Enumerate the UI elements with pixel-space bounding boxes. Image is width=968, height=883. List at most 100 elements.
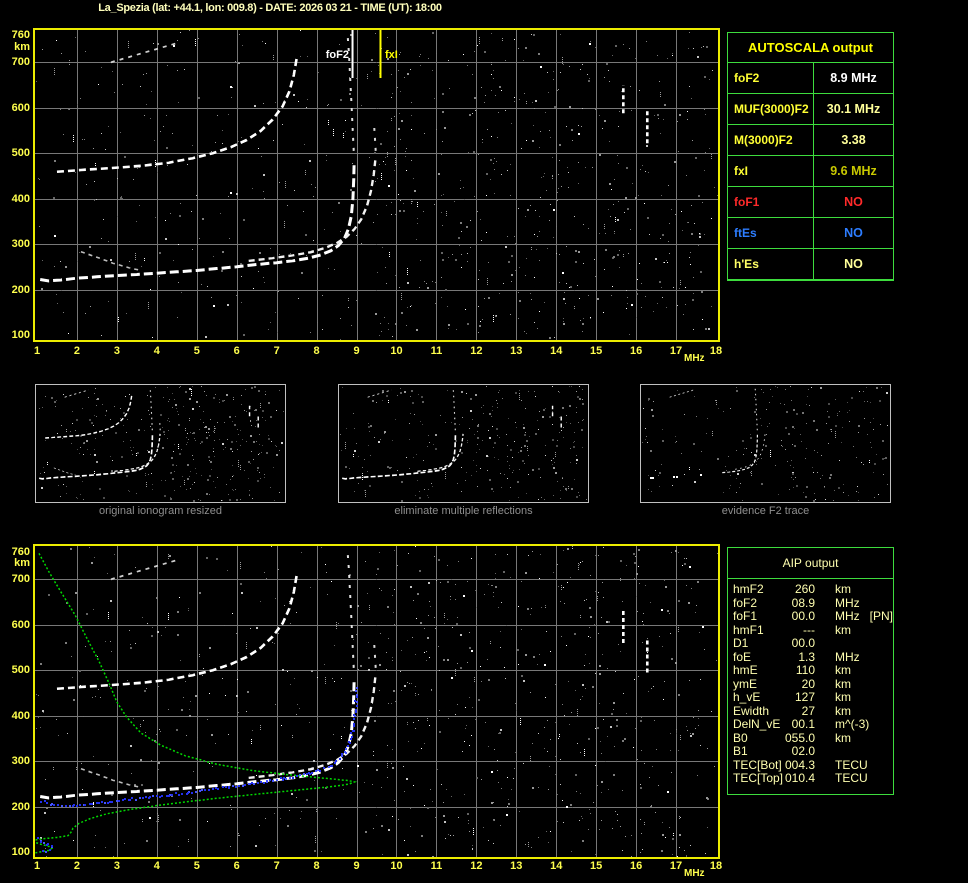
aip-row-value: 00.0 [791, 636, 815, 650]
aip-row: hmF1 --- km [733, 622, 893, 638]
x-axis-tick: 12 [470, 345, 483, 357]
aip-row-value: 010.4 [785, 771, 816, 785]
x-axis-tick: 10 [390, 345, 403, 357]
x-axis-tick: 8 [313, 345, 320, 357]
aip-row-label: TEC[Bot] [733, 757, 782, 772]
autoscala-row-value: 8.9 MHz [814, 63, 893, 94]
x-axis-tick: 16 [629, 860, 643, 872]
x-axis-tick: 7 [273, 345, 280, 357]
y-axis-tick: 500 [11, 664, 30, 677]
aip-row-value: --- [803, 622, 815, 637]
fof2-marker-label: foF2 [325, 49, 349, 61]
aip-row-value: 00.0 [791, 609, 815, 623]
fxi-marker-label: fxI [385, 49, 398, 61]
aip-row-label: hmF1 [733, 622, 764, 637]
aip-row: foE 1.3 MHz [733, 649, 893, 665]
aip-row-label: ymE [733, 676, 757, 691]
aip-row-label: foF2 [733, 595, 758, 610]
x-axis-tick: 11 [430, 860, 443, 872]
aip-row-label: D1 [733, 636, 749, 650]
ionogram-app: La_Spezia (lat: +44.1, lon: 009.8) - DAT… [0, 0, 968, 883]
aip-row-value: 004.3 [785, 757, 816, 772]
aip-row-label: B1 [733, 744, 748, 758]
x-axis-tick: 16 [629, 345, 643, 357]
x-axis-tick: 15 [590, 345, 603, 357]
aip-row: h_vE 127 km [733, 690, 893, 705]
thumbnail-caption-2: eliminate multiple reflections [394, 505, 533, 517]
autoscala-row-label: foF1 [728, 187, 814, 218]
y-axis-tick: 100 [11, 328, 30, 341]
aip-row: foF2 08.9 MHz [733, 595, 893, 611]
aip-row-extra: [PN] [869, 609, 894, 623]
aip-row-label: hmF2 [733, 582, 764, 596]
aip-row: TEC[Top] 010.4 TECU [733, 771, 893, 786]
x-axis-tick: 3 [113, 860, 120, 872]
aip-row-value: 260 [794, 582, 815, 596]
aip-row-value: 02.0 [791, 744, 815, 758]
aip-row: foF1 00.0 MHz [PN] [733, 609, 894, 624]
aip-row-unit: TECU [835, 771, 868, 785]
aip-row-label: B0 [733, 730, 748, 745]
thumbnail-evidence-f2-trace [640, 384, 891, 503]
y-axis-unit: km [14, 41, 30, 53]
aip-row-label: DelN_vE [733, 717, 781, 731]
thumbnail-caption-1: original ionogram resized [99, 505, 222, 517]
x-axis-tick: 9 [353, 860, 360, 872]
aip-row-unit: km [835, 730, 851, 745]
x-axis-tick: 7 [273, 860, 280, 872]
y-axis-tick: 700 [11, 573, 30, 586]
y-axis-tick: 300 [11, 755, 30, 768]
autoscala-row-value: 30.1 MHz [814, 94, 893, 125]
y-axis-tick: 200 [11, 800, 30, 813]
aip-row-value: 00.1 [791, 717, 815, 731]
autoscala-row-value: NO [814, 249, 893, 280]
aip-row-value: 27 [801, 703, 815, 718]
aip-row-value: 08.9 [791, 595, 815, 610]
y-axis-tick: 400 [11, 709, 30, 722]
x-axis-tick: 4 [153, 860, 160, 872]
aip-row: TEC[Bot] 004.3 TECU [733, 757, 893, 773]
autoscala-table-header: AUTOSCALA output [728, 33, 893, 63]
x-axis-tick: 3 [113, 345, 120, 357]
x-axis-tick: 1 [33, 345, 41, 357]
x-axis-tick: 5 [193, 860, 200, 872]
aip-row-unit: km [835, 690, 851, 704]
x-axis-unit: MHz [684, 353, 705, 364]
x-axis-tick: 9 [353, 345, 360, 357]
autoscala-row-label: MUF(3000)F2 [728, 94, 814, 125]
x-axis-tick: 18 [709, 860, 723, 872]
autoscala-output-table: AUTOSCALA output foF2 8.9 MHz MUF(3000)F2 3… [727, 32, 894, 281]
y-axis-tick: 400 [11, 192, 30, 205]
aip-row-unit: km [835, 676, 851, 691]
aip-row-unit: m^(-3) [835, 717, 870, 731]
aip-row-value: 127 [794, 690, 815, 704]
autoscala-row-value: NO [814, 187, 893, 218]
aip-table-body: hmF2 260 km foF2 08.9 MHz foF1 00.0 MHz [PN] hmF1 -… [728, 579, 893, 786]
aip-row: Ewidth 27 km [733, 703, 893, 719]
x-axis-tick: 8 [313, 860, 320, 872]
x-axis-tick: 14 [550, 860, 563, 872]
aip-row-value: 20 [801, 676, 815, 691]
aip-row-unit: km [835, 622, 851, 637]
aip-row: ymE 20 km [733, 676, 893, 692]
autoscala-row-value: NO [814, 218, 893, 249]
autoscala-row-label: ftEs [728, 218, 814, 249]
aip-row: D1 00.0 [733, 636, 893, 651]
aip-row-label: hmE [733, 663, 758, 677]
y-axis-tick: 500 [11, 147, 30, 160]
y-axis-tick: 600 [11, 101, 30, 114]
x-axis-tick: 1 [33, 860, 41, 872]
aip-row-unit: MHz [835, 649, 860, 664]
x-axis-tick: 6 [233, 860, 240, 872]
aip-row-value: 055.0 [785, 730, 816, 745]
autoscala-row-value: 3.38 [814, 125, 893, 156]
aip-row: hmE 110 km [733, 663, 893, 678]
autoscala-row-value: 9.6 MHz [814, 156, 893, 187]
aip-row-value: 110 [795, 663, 815, 677]
y-axis-tick: 760 [11, 29, 30, 41]
x-axis-tick: 10 [390, 860, 403, 872]
autoscala-row-label: foF2 [728, 63, 814, 94]
bottom-ionogram-canvas [33, 544, 720, 859]
x-axis-tick: 6 [233, 345, 240, 357]
aip-row-unit: km [835, 582, 851, 596]
